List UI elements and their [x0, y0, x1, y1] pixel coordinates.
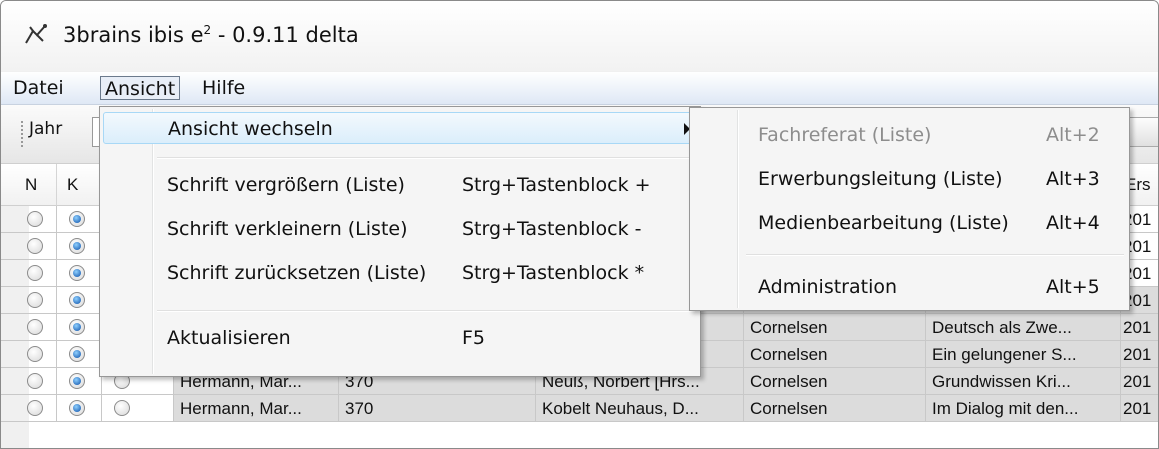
radio-button-icon[interactable] — [69, 211, 85, 227]
menu-separator — [157, 157, 695, 159]
menu-separator — [157, 310, 695, 312]
table-cell: Kobelt Neuhaus, D... — [536, 395, 744, 422]
column-header-k[interactable]: K — [57, 164, 102, 206]
table-cell: Cornelsen — [744, 341, 926, 368]
menu-item-label: Schrift verkleinern (Liste) — [167, 218, 408, 240]
menu-hilfe[interactable]: Hilfe — [198, 76, 249, 100]
menu-item-label: Erwerbungsleitung (Liste) — [758, 168, 1003, 190]
submenu-item-medienbearbeitung[interactable]: Medienbearbeitung (Liste) Alt+4 — [693, 206, 1126, 240]
menu-item-shortcut: Alt+2 — [1046, 124, 1100, 146]
radio-cell — [57, 314, 102, 341]
radio-cell — [57, 341, 102, 368]
table-cell: Cornelsen — [744, 395, 926, 422]
radio-button-icon[interactable] — [27, 292, 43, 308]
radio-button-icon[interactable] — [69, 238, 85, 254]
radio-cell — [57, 368, 102, 395]
radio-button-icon[interactable] — [69, 292, 85, 308]
table-cell: Ein gelungener S... — [926, 341, 1121, 368]
table-cell: 201 — [1121, 395, 1158, 422]
toolbar-button[interactable] — [1129, 117, 1158, 147]
table-cell: Hermann, Mar... — [174, 395, 339, 422]
menu-item-label: Medienbearbeitung (Liste) — [758, 212, 1009, 234]
menu-bar: Datei Ansicht Hilfe — [1, 72, 1158, 105]
radio-cell — [1, 233, 57, 260]
table-cell: Deutsch als Zwe... — [926, 314, 1121, 341]
ansicht-wechseln-submenu: Fachreferat (Liste) Alt+2 Erwerbungsleit… — [689, 107, 1130, 311]
table-cell: 201 — [1121, 314, 1158, 341]
toolbar-grip[interactable] — [21, 121, 26, 147]
radio-cell — [102, 395, 174, 422]
menu-item-label: Fachreferat (Liste) — [758, 124, 932, 146]
year-label: Jahr — [29, 119, 63, 139]
table-cell: 201 — [1121, 368, 1158, 395]
menu-item-ansicht-wechseln[interactable]: Ansicht wechseln — [103, 112, 695, 144]
menu-separator — [746, 254, 1124, 256]
menu-item-shortcut: F5 — [462, 327, 486, 349]
table-cell: Cornelsen — [744, 314, 926, 341]
menu-datei[interactable]: Datei — [9, 76, 68, 100]
radio-cell — [1, 395, 57, 422]
table-cell: Grundwissen Kri... — [926, 368, 1121, 395]
radio-button-icon[interactable] — [69, 319, 85, 335]
ansicht-menu: Ansicht wechseln Schrift vergrößern (Lis… — [99, 106, 701, 377]
radio-cell — [57, 287, 102, 314]
table-cell: Cornelsen — [744, 368, 926, 395]
table-cell: Im Dialog mit den... — [926, 395, 1121, 422]
radio-cell — [1, 341, 57, 368]
radio-cell — [57, 260, 102, 287]
menu-item-label: Ansicht wechseln — [168, 118, 333, 140]
app-window: 3brains ibis e2 - 0.9.11 delta Datei Ans… — [0, 0, 1159, 449]
menu-item-label: Administration — [758, 276, 898, 298]
radio-button-icon[interactable] — [27, 346, 43, 362]
radio-cell — [57, 395, 102, 422]
radio-cell — [57, 233, 102, 260]
menu-item-label: Schrift vergrößern (Liste) — [167, 174, 405, 196]
radio-button-icon[interactable] — [69, 265, 85, 281]
radio-cell — [1, 287, 57, 314]
radio-button-icon[interactable] — [27, 400, 43, 416]
radio-cell — [1, 368, 57, 395]
radio-button-icon[interactable] — [69, 400, 85, 416]
menu-item-shortcut: Strg+Tastenblock * — [462, 262, 645, 284]
window-title: 3brains ibis e2 - 0.9.11 delta — [63, 23, 359, 47]
table-cell: 370 — [339, 395, 536, 422]
menu-item-shortcut: Alt+4 — [1046, 212, 1100, 234]
submenu-item-administration[interactable]: Administration Alt+5 — [693, 270, 1126, 304]
radio-cell — [1, 260, 57, 287]
menu-ansicht[interactable]: Ansicht — [100, 76, 181, 100]
radio-button-icon[interactable] — [114, 400, 130, 416]
menu-item-schrift-verkleinern[interactable]: Schrift verkleinern (Liste) Strg+Tastenb… — [103, 213, 695, 245]
radio-button-icon[interactable] — [27, 265, 43, 281]
menu-item-schrift-zuruecksetzen[interactable]: Schrift zurücksetzen (Liste) Strg+Tasten… — [103, 257, 695, 289]
menu-item-schrift-vergroessern[interactable]: Schrift vergrößern (Liste) Strg+Tastenbl… — [103, 169, 695, 201]
menu-item-label: Aktualisieren — [167, 327, 291, 349]
radio-button-icon[interactable] — [27, 373, 43, 389]
title-bar: 3brains ibis e2 - 0.9.11 delta — [1, 1, 1158, 71]
menu-item-shortcut: Alt+5 — [1046, 276, 1100, 298]
radio-button-icon[interactable] — [27, 211, 43, 227]
ibis-logo-icon — [23, 23, 49, 47]
radio-cell — [57, 206, 102, 233]
table-row[interactable]: Hermann, Mar... 370 Kobelt Neuhaus, D... Co… — [1, 395, 1158, 422]
menu-item-shortcut: Strg+Tastenblock - — [462, 218, 642, 240]
menu-item-shortcut: Alt+3 — [1046, 168, 1100, 190]
table-cell: 201 — [1121, 341, 1158, 368]
column-header-n[interactable]: N — [1, 164, 57, 206]
submenu-item-fachreferat[interactable]: Fachreferat (Liste) Alt+2 — [693, 118, 1126, 152]
menu-item-shortcut: Strg+Tastenblock + — [462, 174, 651, 196]
radio-button-icon[interactable] — [27, 238, 43, 254]
radio-button-icon[interactable] — [27, 319, 43, 335]
menu-item-aktualisieren[interactable]: Aktualisieren F5 — [103, 322, 695, 354]
submenu-item-erwerbungsleitung[interactable]: Erwerbungsleitung (Liste) Alt+3 — [693, 162, 1126, 196]
radio-cell — [1, 206, 57, 233]
radio-button-icon[interactable] — [69, 373, 85, 389]
radio-button-icon[interactable] — [69, 346, 85, 362]
radio-cell — [1, 314, 57, 341]
menu-item-label: Schrift zurücksetzen (Liste) — [167, 262, 427, 284]
